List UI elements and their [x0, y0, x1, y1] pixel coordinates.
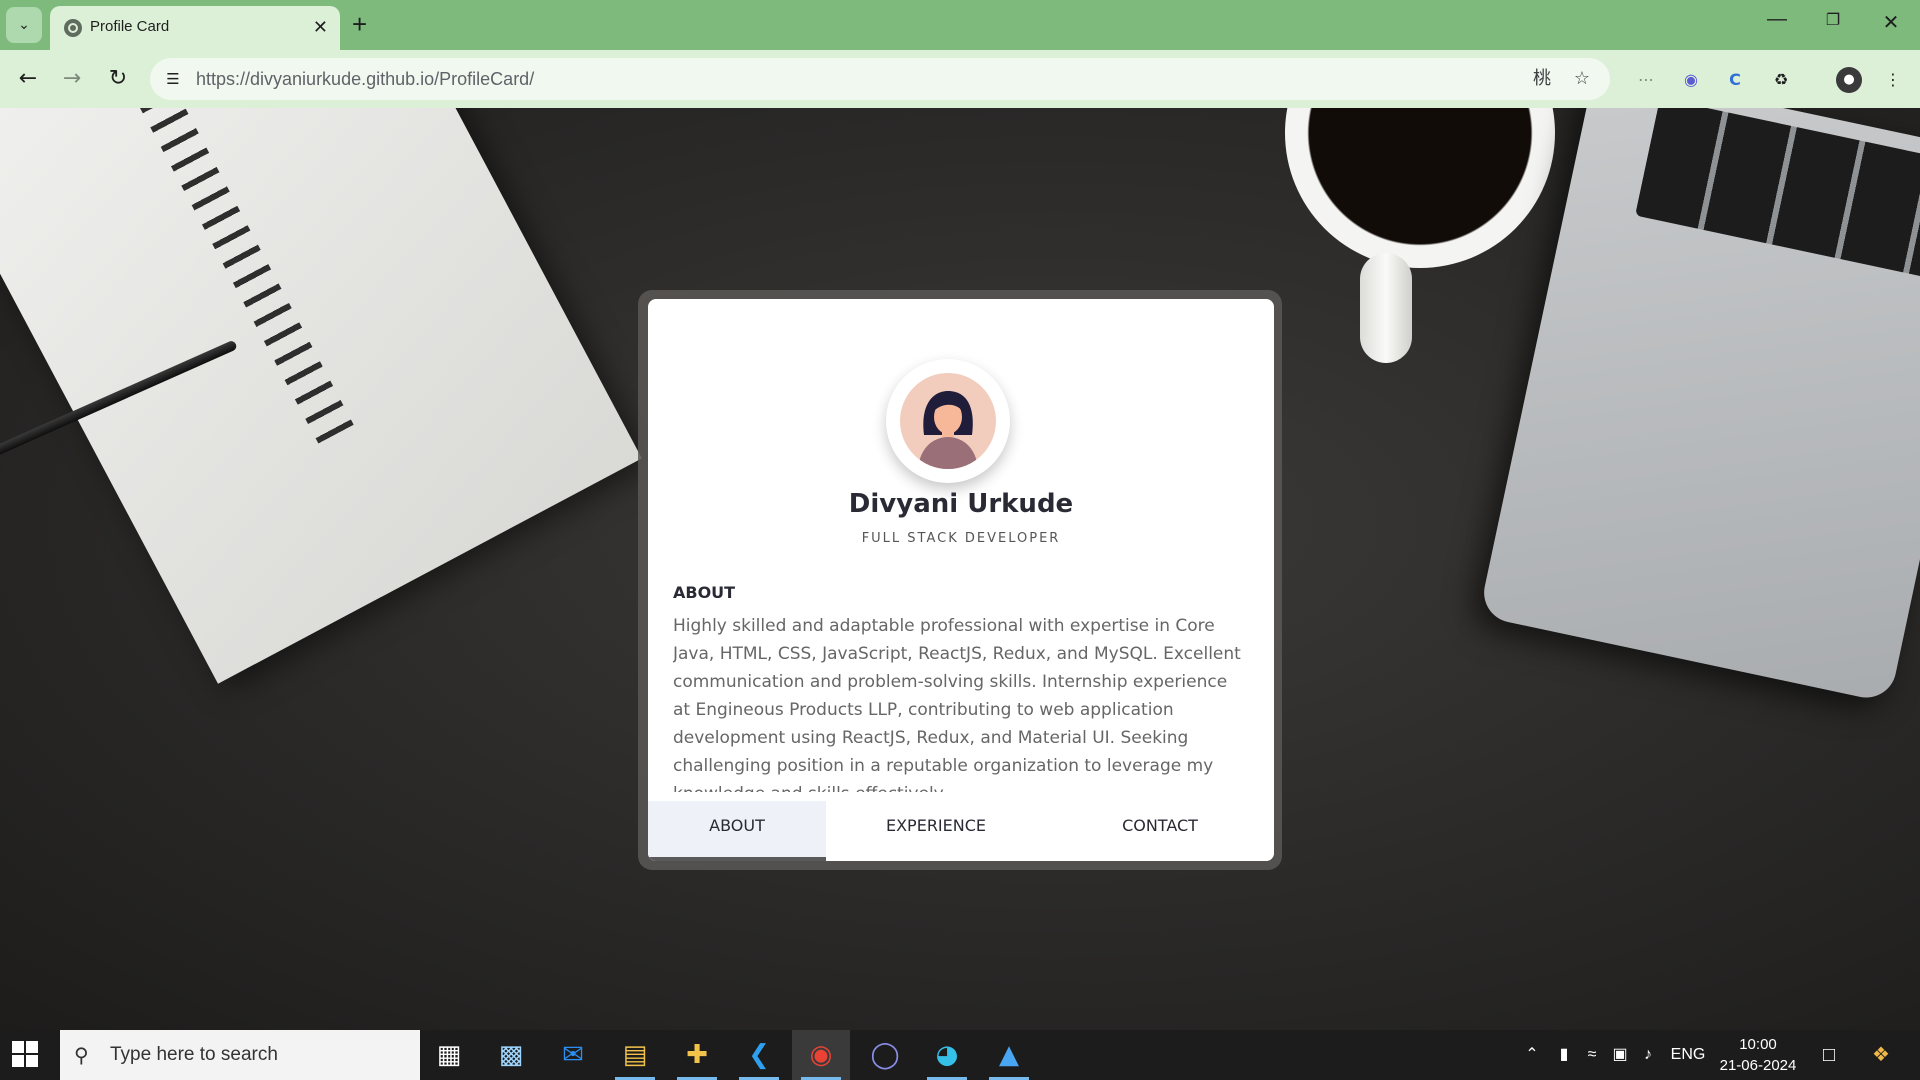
copilot-icon[interactable]: ❖: [1866, 1030, 1896, 1080]
avatar-frame: [886, 359, 1010, 483]
avatar: [900, 373, 996, 469]
network-icon[interactable]: ▣: [1608, 1030, 1632, 1080]
windows-start-icon[interactable]: [12, 1041, 40, 1069]
browser-toolbar: ← → ↻ ☰ https://divyaniurkude.github.io/…: [0, 50, 1920, 108]
search-icon: ⚲: [74, 1043, 89, 1067]
url-text: https://divyaniurkude.github.io/ProfileC…: [196, 69, 535, 89]
extension-icon[interactable]: ◉: [1678, 67, 1704, 93]
clock-date: 21-06-2024: [1719, 1057, 1797, 1074]
volume-icon[interactable]: ♪: [1636, 1030, 1660, 1080]
background-cup-handle: [1360, 253, 1412, 363]
site-info-icon[interactable]: ☰: [162, 68, 184, 90]
page-background: Divyani Urkude FULL STACK DEVELOPER ABOU…: [0, 108, 1920, 1030]
back-icon[interactable]: ←: [12, 63, 44, 95]
file-explorer-icon[interactable]: ▤: [606, 1030, 664, 1080]
wifi-icon[interactable]: ≈: [1580, 1030, 1604, 1080]
extension-c-icon[interactable]: C: [1722, 67, 1748, 93]
battery-icon[interactable]: ▮: [1552, 1030, 1576, 1080]
translate-icon[interactable]: 桃: [1530, 67, 1554, 91]
notes-app-icon[interactable]: ▩: [482, 1030, 540, 1080]
profile-card: Divyani Urkude FULL STACK DEVELOPER ABOU…: [648, 299, 1274, 861]
restore-icon[interactable]: ❐: [1818, 10, 1848, 30]
mail-icon[interactable]: ✉: [544, 1030, 602, 1080]
profile-role: FULL STACK DEVELOPER: [861, 531, 1061, 546]
task-view-icon[interactable]: ▦: [420, 1030, 478, 1080]
background-coffee-cup: [1285, 108, 1555, 268]
tab-about[interactable]: ABOUT: [648, 801, 826, 861]
menu-icon[interactable]: ⋮: [1880, 67, 1906, 93]
close-icon[interactable]: ✕: [313, 17, 328, 37]
card-tab-bar: ABOUT EXPERIENCE CONTACT: [648, 801, 1274, 861]
taskbar-search[interactable]: ⚲ Type here to search: [60, 1030, 420, 1080]
about-heading: ABOUT: [673, 583, 736, 602]
extensions-icon[interactable]: ♻: [1768, 67, 1794, 93]
plus-icon[interactable]: +: [352, 10, 367, 38]
clock[interactable]: 10:00 21-06-2024: [1710, 1034, 1806, 1076]
taskbar: ⚲ Type here to search ▦ ▩ ✉ ▤ ✚ ❮ ◉ ◯ ◕ …: [0, 1030, 1920, 1080]
globe-icon: [64, 19, 82, 37]
star-icon[interactable]: ☆: [1570, 67, 1594, 91]
clock-time: 10:00: [1739, 1036, 1777, 1053]
edge-icon[interactable]: ◕: [918, 1030, 976, 1080]
tab-title: Profile Card: [90, 18, 170, 35]
window-close-icon[interactable]: ✕: [1876, 10, 1906, 35]
reload-icon[interactable]: ↻: [102, 63, 134, 95]
avatar-illustration: [918, 391, 978, 469]
chevron-down-icon: ⌄: [18, 17, 30, 33]
about-text: Highly skilled and adaptable professiona…: [673, 616, 1241, 792]
forward-icon[interactable]: →: [56, 63, 88, 95]
chrome-icon[interactable]: ◉: [792, 1030, 850, 1080]
language-indicator[interactable]: ENG: [1670, 1030, 1706, 1080]
search-placeholder: Type here to search: [110, 1044, 278, 1065]
tab-contact[interactable]: CONTACT: [1046, 801, 1274, 857]
notifications-icon[interactable]: □: [1814, 1030, 1844, 1080]
tab-search-button[interactable]: ⌄: [6, 7, 42, 43]
profile-name: Divyani Urkude: [848, 489, 1074, 519]
chevron-up-icon[interactable]: ⌃: [1520, 1030, 1544, 1080]
browser-tab-bar: ⌄ Profile Card ✕ + — ❐ ✕: [0, 0, 1920, 50]
minimize-icon[interactable]: —: [1762, 8, 1792, 31]
photos-icon[interactable]: ▲: [980, 1030, 1038, 1080]
address-bar[interactable]: ☰ https://divyaniurkude.github.io/Profil…: [150, 58, 1610, 100]
app-icon[interactable]: ✚: [668, 1030, 726, 1080]
loading-icon[interactable]: ⋯: [1633, 67, 1659, 93]
profile-avatar-icon[interactable]: ●: [1836, 67, 1862, 93]
vscode-icon[interactable]: ❮: [730, 1030, 788, 1080]
tab-experience[interactable]: EXPERIENCE: [826, 801, 1046, 857]
browser-tab[interactable]: Profile Card ✕: [50, 6, 340, 50]
eclipse-icon[interactable]: ◯: [856, 1030, 914, 1080]
